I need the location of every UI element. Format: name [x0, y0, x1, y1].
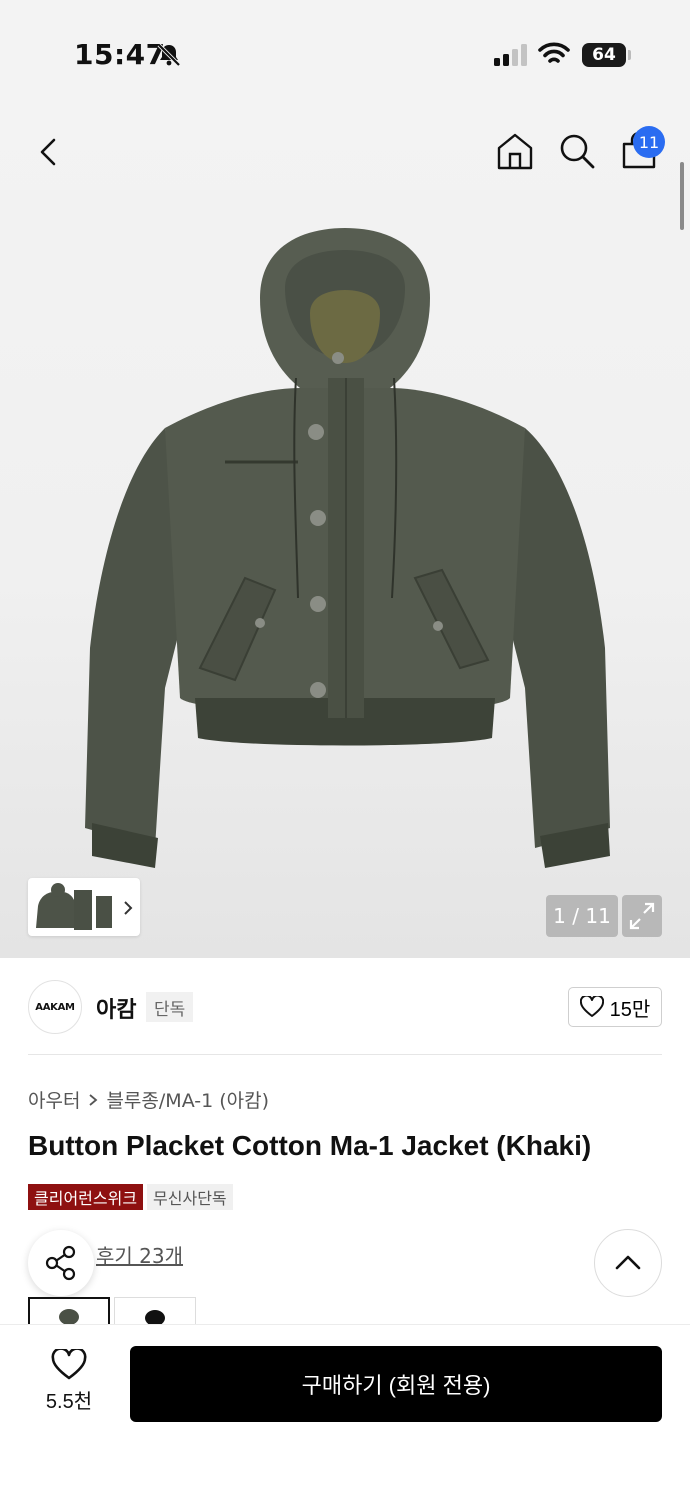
brand-row: AAKAM 아캄 단독 15만 — [28, 980, 662, 1036]
brand-like-count: 15만 — [609, 998, 651, 1021]
cellular-signal-icon — [494, 44, 528, 70]
product-gallery[interactable]: 11 1 / 11 — [0, 110, 690, 958]
cart-count-badge: 11 — [633, 126, 665, 158]
share-icon — [45, 1245, 76, 1281]
chevron-left-icon — [40, 138, 56, 166]
product-tags: 클리어런스위크 무신사단독 — [28, 1184, 233, 1210]
breadcrumb-item-category[interactable]: 블루종/MA-1 (아캄) — [106, 1086, 269, 1113]
battery-cap — [628, 50, 631, 60]
product-title: Button Placket Cotton Ma-1 Jacket (Khaki… — [28, 1130, 592, 1161]
wifi-icon — [538, 42, 570, 70]
thumbnail-strip[interactable] — [28, 878, 140, 936]
brand-name[interactable]: 아캄 — [96, 992, 136, 1024]
search-icon — [560, 134, 595, 169]
status-bar: 15:47 64 — [0, 0, 690, 110]
scroll-to-top-button[interactable] — [594, 1229, 662, 1297]
review-link[interactable]: 후기 23개 — [96, 1240, 183, 1269]
share-button[interactable] — [28, 1230, 94, 1296]
chevron-right-icon — [89, 1093, 98, 1106]
search-button[interactable] — [556, 130, 598, 172]
silent-bell-icon — [156, 42, 182, 72]
heart-icon — [51, 1349, 87, 1380]
musinsa-exclusive-tag: 무신사단독 — [147, 1184, 233, 1210]
heart-icon — [579, 996, 604, 1017]
wishlist-count: 5.5천 — [45, 1391, 93, 1413]
home-icon — [497, 133, 533, 170]
back-button[interactable] — [30, 132, 70, 172]
wishlist-button[interactable]: 5.5천 — [30, 1349, 108, 1421]
scroll-indicator — [680, 162, 684, 230]
brand-like-button[interactable]: 15만 — [568, 987, 662, 1027]
battery-indicator: 64 — [582, 43, 626, 67]
status-time: 15:47 — [74, 38, 166, 71]
gallery-counter: 1 / 11 — [546, 895, 618, 937]
chevron-up-icon — [615, 1255, 641, 1270]
divider — [28, 1054, 662, 1055]
chevron-right-icon — [124, 901, 133, 915]
brand-logo[interactable]: AAKAM — [28, 980, 82, 1034]
exclusive-tag: 단독 — [146, 992, 194, 1022]
breadcrumb: 아우터 블루종/MA-1 (아캄) — [28, 1086, 269, 1113]
buy-button[interactable]: 구매하기 (회원 전용) — [130, 1346, 662, 1422]
color-option-black[interactable] — [114, 1297, 196, 1327]
bottom-action-bar: 5.5천 구매하기 (회원 전용) — [0, 1324, 690, 1500]
fullscreen-button[interactable] — [622, 895, 662, 937]
expand-icon — [629, 902, 655, 930]
color-option-khaki[interactable] — [28, 1297, 110, 1327]
breadcrumb-item-outer[interactable]: 아우터 — [28, 1086, 80, 1113]
clearance-week-tag: 클리어런스위크 — [28, 1184, 144, 1210]
product-image[interactable] — [70, 228, 620, 868]
home-button[interactable] — [494, 130, 536, 172]
